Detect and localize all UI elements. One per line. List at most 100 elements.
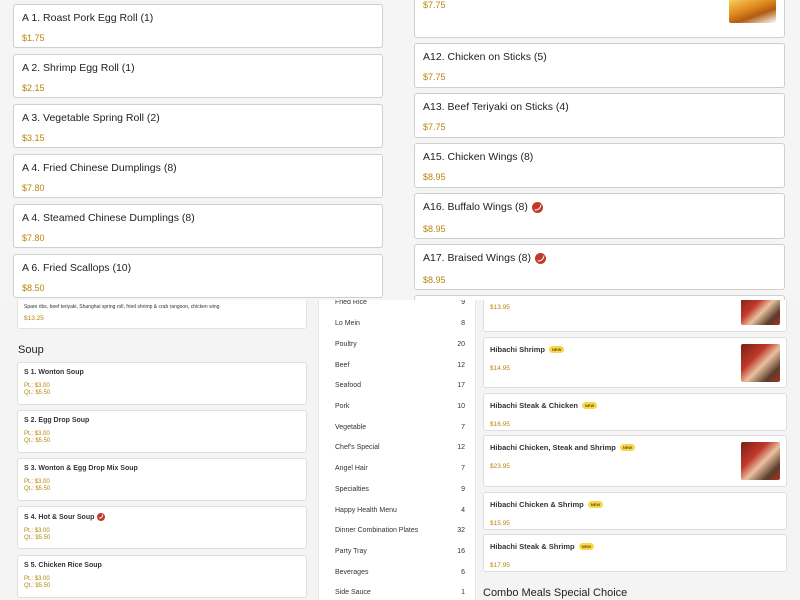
appetizer-item-name: A13. Beef Teriyaki on Sticks (4) [423,101,776,113]
hibachi-item-price: $15.95 [490,520,510,527]
hibachi-item-card[interactable]: Hibachi Steak & Shrimp NEW $17.95 [483,534,787,572]
appetizer-item-card[interactable]: A 3. Vegetable Spring Roll (2) $3.15 [13,104,383,148]
category-item[interactable]: Beverages 6 [335,569,465,576]
category-item[interactable]: Angel Hair 7 [335,465,465,472]
appetizer-item-card[interactable]: A15. Chicken Wings (8) $8.95 [414,143,785,188]
hibachi-item-card[interactable]: $13.95 [483,295,787,332]
hibachi-item-price: $14.95 [490,365,510,372]
spicy-pepper-icon [534,252,546,264]
soup-item-card[interactable]: S 1. Wonton Soup Pt.: $3.00 Qt.: $5.50 [17,362,307,405]
appetizer-item-card[interactable]: A16. Buffalo Wings (8) $8.95 [414,193,785,239]
hibachi-item-card[interactable]: Hibachi Chicken & Shrimp NEW $15.95 [483,492,787,530]
appetizer-item-name: A 3. Vegetable Spring Roll (2) [22,112,160,124]
appetizer-item-name: A 4. Steamed Chinese Dumplings (8) [22,212,195,224]
soup-pint-price: Pt.: $3.00 [24,479,300,485]
category-item[interactable]: Side Sauce 1 [335,589,465,596]
category-count: 8 [461,320,465,327]
category-label: Happy Health Menu [335,507,397,514]
category-count: 9 [461,299,465,306]
category-item[interactable]: Seafood 17 [335,382,465,389]
soup-item-label: S 3. Wonton & Egg Drop Mix Soup [24,465,138,472]
appetizer-item-name: A12. Chicken on Sticks (5) [423,51,776,63]
category-item[interactable]: Dinner Combination Plates 32 [335,527,465,534]
appetizer-item-card[interactable]: A 4. Fried Chinese Dumplings (8) $7.80 [13,154,383,198]
appetizer-item-label: A16. Buffalo Wings (8) [423,201,528,213]
appetizer-item-name: A16. Buffalo Wings (8) [423,201,776,213]
soup-pint-price: Pt.: $3.00 [24,528,300,534]
hibachi-item-card[interactable]: Hibachi Chicken, Steak and Shrimp NEW $23… [483,435,787,487]
appetizer-item-card[interactable]: A 6. Fried Scallops (10) $8.50 [13,254,383,298]
hibachi-item-name: Hibachi Steak & Chicken NEW [490,401,780,410]
appetizer-item-card[interactable]: A12. Chicken on Sticks (5) $7.75 [414,43,785,88]
hibachi-item-card[interactable]: Hibachi Shrimp NEW $14.95 [483,337,787,388]
soup-item-card[interactable]: S 3. Wonton & Egg Drop Mix Soup Pt.: $3.… [17,458,307,501]
hibachi-item-card[interactable]: Hibachi Steak & Chicken NEW $16.95 [483,393,787,431]
appetizer-item-price: $8.50 [22,283,45,293]
pint-price: Pt.: $3.00 [24,431,50,437]
appetizer-item-card[interactable] [414,295,785,300]
soup-item-card[interactable]: S 4. Hot & Sour Soup Pt.: $3.00 Qt.: $5.… [17,506,307,549]
soup-pint-price: Pt.: $3.00 [24,576,300,582]
category-item[interactable]: Vegetable 7 [335,424,465,431]
appetizer-item-card[interactable]: A 2. Shrimp Egg Roll (1) $2.15 [13,54,383,98]
hibachi-item-label: Hibachi Steak & Chicken [490,401,578,410]
soup-quart-price: Qt.: $5.50 [24,535,300,541]
category-item[interactable]: Specialties 9 [335,486,465,493]
soup-item-card[interactable]: S 5. Chicken Rice Soup Pt.: $3.00 Qt.: $… [17,555,307,598]
combo-description: Spare ribs, beef teriyaki, Shanghai spri… [24,304,220,310]
category-item[interactable]: Beef 12 [335,362,465,369]
soup-item-label: S 2. Egg Drop Soup [24,417,90,424]
new-badge: NEW [619,444,636,451]
new-badge: NEW [581,402,598,409]
category-item[interactable]: Happy Health Menu 4 [335,507,465,514]
appetizer-item-price: $3.15 [22,133,45,143]
pint-price: Pt.: $3.00 [24,528,50,534]
soup-item-card[interactable]: S 2. Egg Drop Soup Pt.: $3.00 Qt.: $5.50 [17,410,307,453]
soup-pint-price: Pt.: $3.00 [24,431,300,437]
appetizer-item-name: A 4. Fried Chinese Dumplings (8) [22,162,177,174]
soup-quart-price: Qt.: $5.50 [24,390,300,396]
category-count: 12 [457,444,465,451]
soup-section-heading: Soup [18,344,44,356]
appetizer-item-card[interactable]: A 4. Steamed Chinese Dumplings (8) $7.80 [13,204,383,248]
category-count: 17 [457,382,465,389]
category-item[interactable]: Chef's Special 12 [335,444,465,451]
category-item[interactable]: Poultry 20 [335,341,465,348]
quart-price: Qt.: $5.50 [24,583,51,589]
pint-price: Pt.: $3.00 [24,576,50,582]
appetizer-item-card[interactable]: $7.75 [414,0,785,38]
category-item[interactable]: Party Tray 16 [335,548,465,555]
category-item[interactable]: Fried Rice 9 [335,299,465,306]
category-label: Beef [335,362,350,369]
quart-price: Qt.: $5.50 [24,438,51,444]
category-count: 16 [457,548,465,555]
soup-item-name: S 3. Wonton & Egg Drop Mix Soup [24,465,300,472]
appetizer-item-price: $8.95 [423,275,446,285]
spicy-pepper-icon [97,513,106,521]
spicy-pepper-icon [531,201,543,213]
new-badge: NEW [587,501,604,508]
category-label: Lo Mein [335,320,360,327]
app-window: Spare ribs, beef teriyaki, Shanghai spri… [0,0,800,600]
appetizer-item-card[interactable]: A13. Beef Teriyaki on Sticks (4) $7.75 [414,93,785,138]
category-item[interactable]: Pork 10 [335,403,465,410]
hibachi-item-price: $23.95 [490,463,510,470]
category-label: Chef's Special [335,444,380,451]
category-count: 7 [461,465,465,472]
appetizer-item-card[interactable]: A17. Braised Wings (8) $8.95 [414,244,785,290]
food-photo [741,344,780,382]
soup-item-label: S 4. Hot & Sour Soup [24,513,95,521]
hibachi-item-label: Hibachi Chicken, Steak and Shrimp [490,443,616,452]
appetizer-item-name: A 6. Fried Scallops (10) [22,262,132,274]
category-item[interactable]: Lo Mein 8 [335,320,465,327]
category-count: 4 [461,507,465,514]
category-label: Side Sauce [335,589,371,596]
quart-price: Qt.: $5.50 [24,390,51,396]
appetizer-left-list: A 1. Roast Pork Egg Roll (1) $1.75 A 2. … [0,0,400,300]
appetizer-item-label: A12. Chicken on Sticks (5) [423,51,547,63]
category-count: 10 [457,403,465,410]
appetizer-item-name: A 1. Roast Pork Egg Roll (1) [22,12,154,24]
appetizer-item-card[interactable]: A 1. Roast Pork Egg Roll (1) $1.75 [13,4,383,48]
hibachi-item-label: Hibachi Shrimp [490,345,546,354]
soup-item-name: S 1. Wonton Soup [24,369,300,376]
